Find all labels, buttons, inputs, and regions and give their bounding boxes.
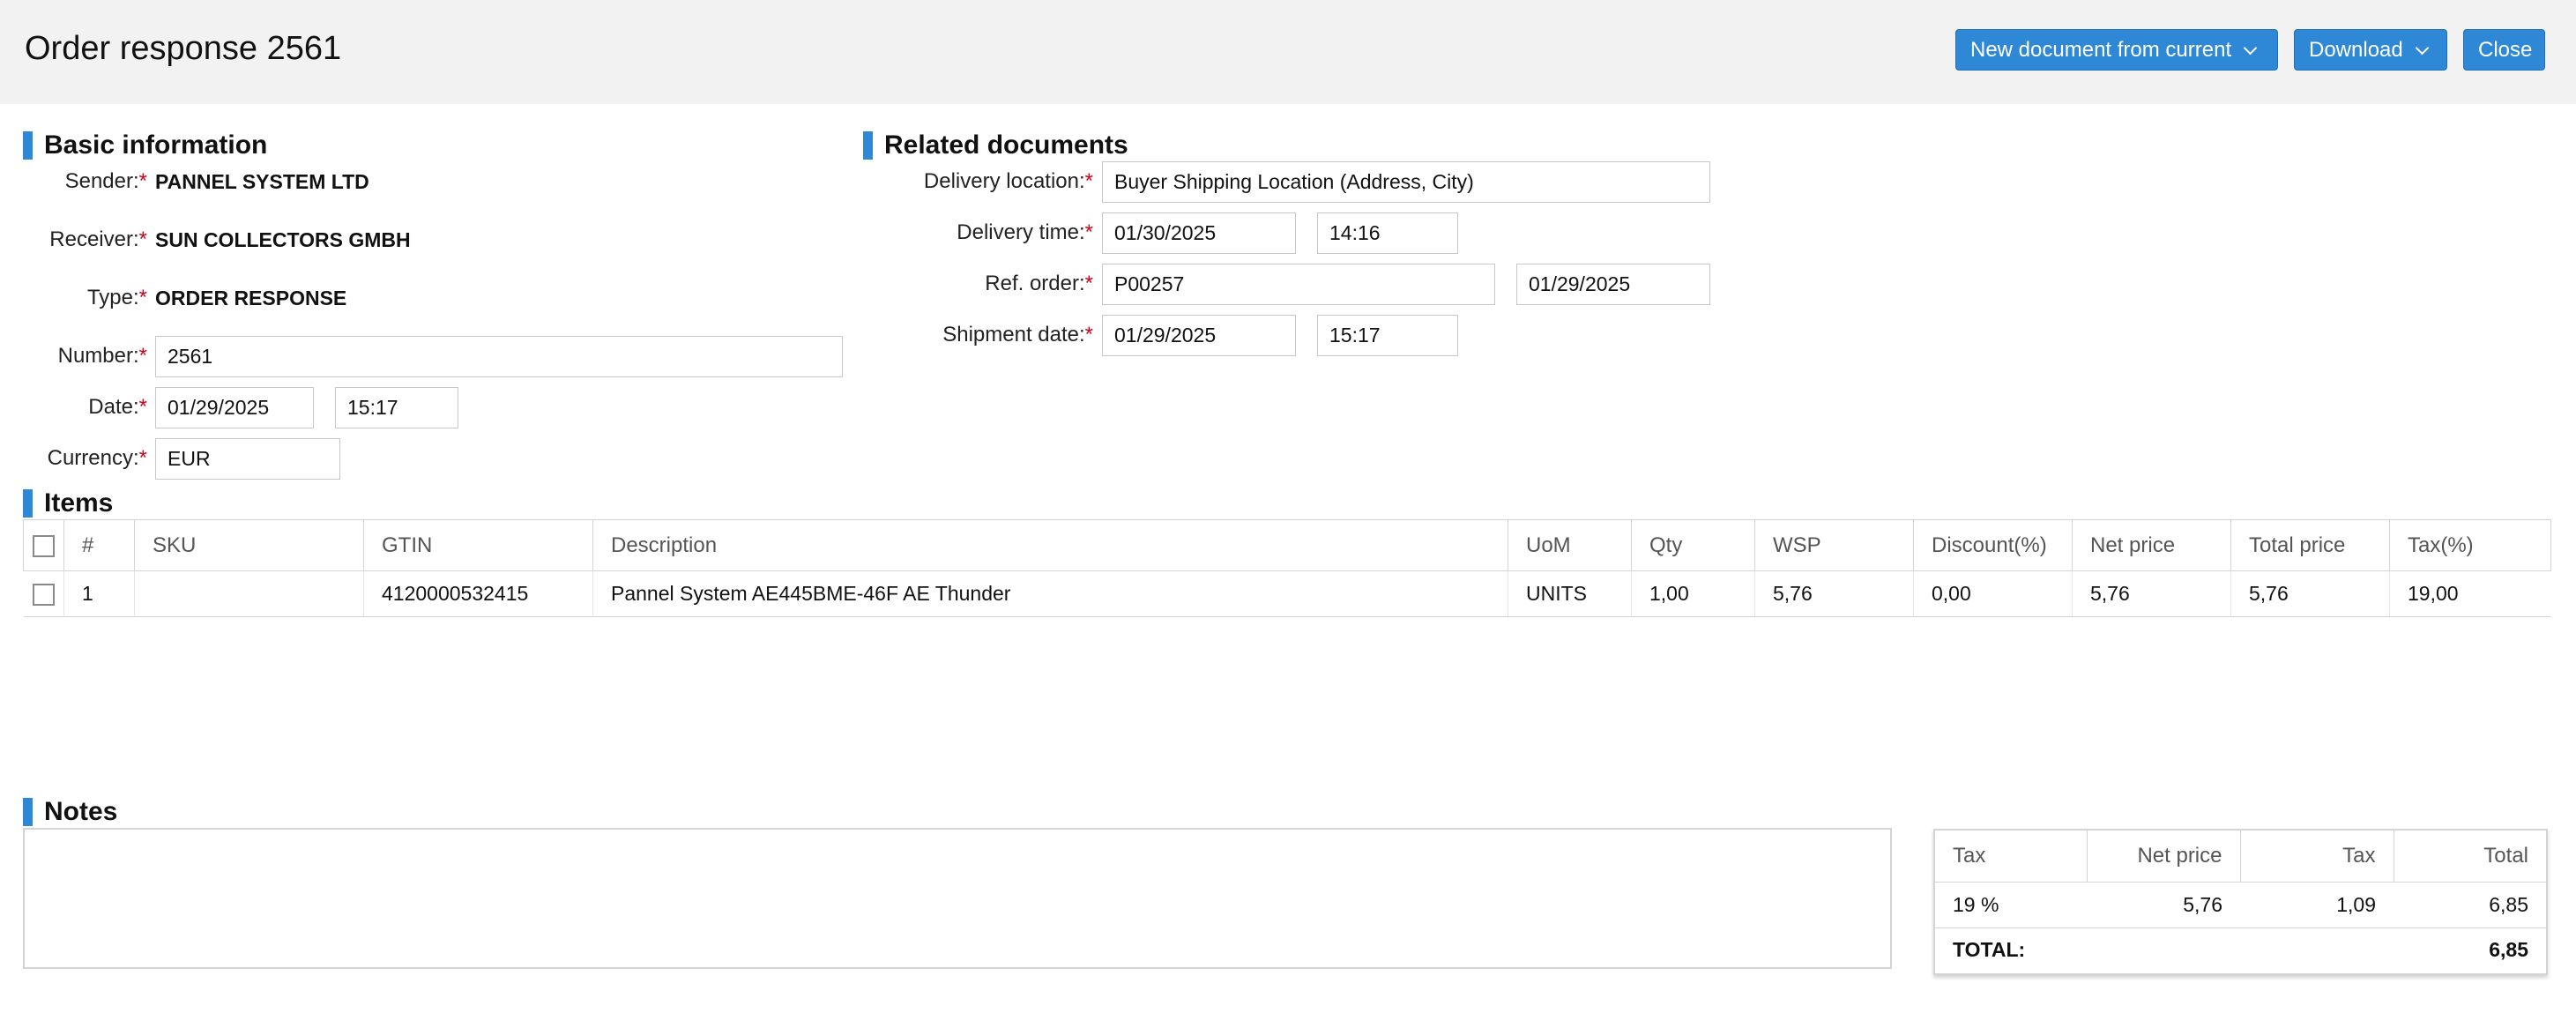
column-header[interactable]: GTIN: [363, 519, 593, 571]
shipment-date-field[interactable]: 01/29/2025: [1102, 315, 1296, 356]
delivery-time-field[interactable]: 14:16: [1317, 212, 1458, 254]
column-header[interactable]: #: [63, 519, 135, 571]
column-header[interactable]: SKU: [134, 519, 364, 571]
new-document-button[interactable]: New document from current: [1955, 29, 2278, 71]
table-row[interactable]: 1 4120000532415 Pannel System AE445BME-4…: [23, 570, 2551, 617]
receiver-label: Receiver:*: [49, 227, 147, 251]
tax-header-row: Tax Net price Tax Total: [1935, 831, 2546, 883]
column-header[interactable]: Total price: [2230, 519, 2390, 571]
currency-label: Currency:*: [47, 446, 147, 470]
column-header[interactable]: WSP: [1754, 519, 1914, 571]
delivery-time-label: Delivery time:*: [957, 220, 1093, 244]
tax-column-header: Tax: [1935, 831, 2087, 883]
date-field[interactable]: 01/29/2025: [155, 387, 314, 428]
delivery-location-field[interactable]: Buyer Shipping Location (Address, City): [1102, 161, 1710, 203]
tax-column-header: Tax: [2239, 831, 2394, 883]
column-header[interactable]: Qty: [1631, 519, 1755, 571]
tax-summary: Tax Net price Tax Total 19 % 5,76 1,09 6…: [1933, 829, 2548, 975]
column-header[interactable]: Description: [592, 519, 1508, 571]
type-label: Type:*: [86, 286, 147, 309]
sender-label: Sender:*: [64, 169, 147, 193]
tax-cell: 1,09: [2240, 882, 2394, 928]
table-cell: 0,00: [1913, 570, 2073, 617]
shipment-time-field[interactable]: 15:17: [1317, 315, 1458, 356]
ref-order-field[interactable]: P00257: [1102, 264, 1495, 305]
tax-cell: 6,85: [2394, 882, 2546, 928]
close-button[interactable]: Close: [2463, 29, 2545, 71]
table-cell: UNITS: [1508, 570, 1632, 617]
items-title: Items: [23, 488, 113, 519]
download-label: Download: [2309, 38, 2403, 62]
total-label: TOTAL:: [1953, 937, 2026, 961]
tax-row: 19 % 5,76 1,09 6,85: [1935, 882, 2546, 928]
column-header[interactable]: UoM: [1508, 519, 1632, 571]
tax-cell: 5,76: [2087, 882, 2240, 928]
type-value: ORDER RESPONSE: [155, 287, 347, 309]
column-header[interactable]: Tax(%): [2389, 519, 2551, 571]
shipment-date-label: Shipment date:*: [942, 323, 1093, 346]
tax-total-row: TOTAL: 6,85: [1935, 927, 2546, 972]
currency-field[interactable]: EUR: [155, 438, 340, 480]
basic-info-title: Basic information: [23, 130, 267, 161]
tax-cell-empty: [2240, 927, 2394, 972]
related-documents-title: Related documents: [863, 130, 1128, 161]
table-cell: 19,00: [2389, 570, 2551, 617]
receiver-value: SUN COLLECTORS GMBH: [155, 228, 411, 251]
download-button[interactable]: Download: [2294, 29, 2447, 71]
sender-value: PANNEL SYSTEM LTD: [155, 170, 369, 193]
table-cell: 4120000532415: [363, 570, 593, 617]
table-cell: 5,76: [1754, 570, 1914, 617]
tax-summary-table: Tax Net price Tax Total 19 % 5,76 1,09 6…: [1935, 831, 2546, 972]
column-header[interactable]: Discount(%): [1913, 519, 2073, 571]
number-label: Number:*: [57, 344, 147, 368]
chevron-down-icon: [2243, 41, 2258, 56]
delivery-location-label: Delivery location:*: [923, 169, 1093, 193]
items-header-row: # SKU GTIN Description UoM Qty WSP Disco…: [23, 519, 2551, 571]
tax-column-header: Net price: [2086, 831, 2240, 883]
row-select-cell: [23, 570, 64, 617]
table-cell: 1,00: [1631, 570, 1755, 617]
date-label: Date:*: [88, 395, 147, 419]
new-document-label: New document from current: [1970, 38, 2232, 62]
delivery-date-field[interactable]: 01/30/2025: [1102, 212, 1296, 254]
row-checkbox[interactable]: [32, 584, 55, 607]
tax-column-header: Total: [2393, 831, 2546, 883]
column-header[interactable]: Net price: [2072, 519, 2231, 571]
select-all-checkbox[interactable]: [33, 534, 55, 557]
notes-title: Notes: [23, 796, 117, 828]
table-cell: 1: [63, 570, 135, 617]
table-cell: 5,76: [2230, 570, 2390, 617]
number-field[interactable]: 2561: [155, 336, 843, 377]
total-value: 6,85: [2489, 937, 2528, 961]
page-title: Order response 2561: [25, 30, 342, 67]
ref-order-date-field[interactable]: 01/29/2025: [1516, 264, 1710, 305]
header-bar: Order response 2561 New document from cu…: [0, 0, 2576, 104]
table-cell: [134, 570, 364, 617]
notes-textarea[interactable]: [23, 828, 1892, 969]
tax-cell: 19 %: [1935, 882, 2087, 928]
select-all-cell: [23, 519, 64, 571]
chevron-down-icon: [2415, 41, 2430, 56]
items-table: # SKU GTIN Description UoM Qty WSP Disco…: [23, 519, 2551, 617]
ref-order-label: Ref. order:*: [985, 272, 1093, 295]
table-cell: Pannel System AE445BME-46F AE Thunder: [592, 570, 1508, 617]
table-cell: 5,76: [2072, 570, 2231, 617]
tax-cell-empty: [2087, 927, 2240, 972]
time-field[interactable]: 15:17: [335, 387, 458, 428]
